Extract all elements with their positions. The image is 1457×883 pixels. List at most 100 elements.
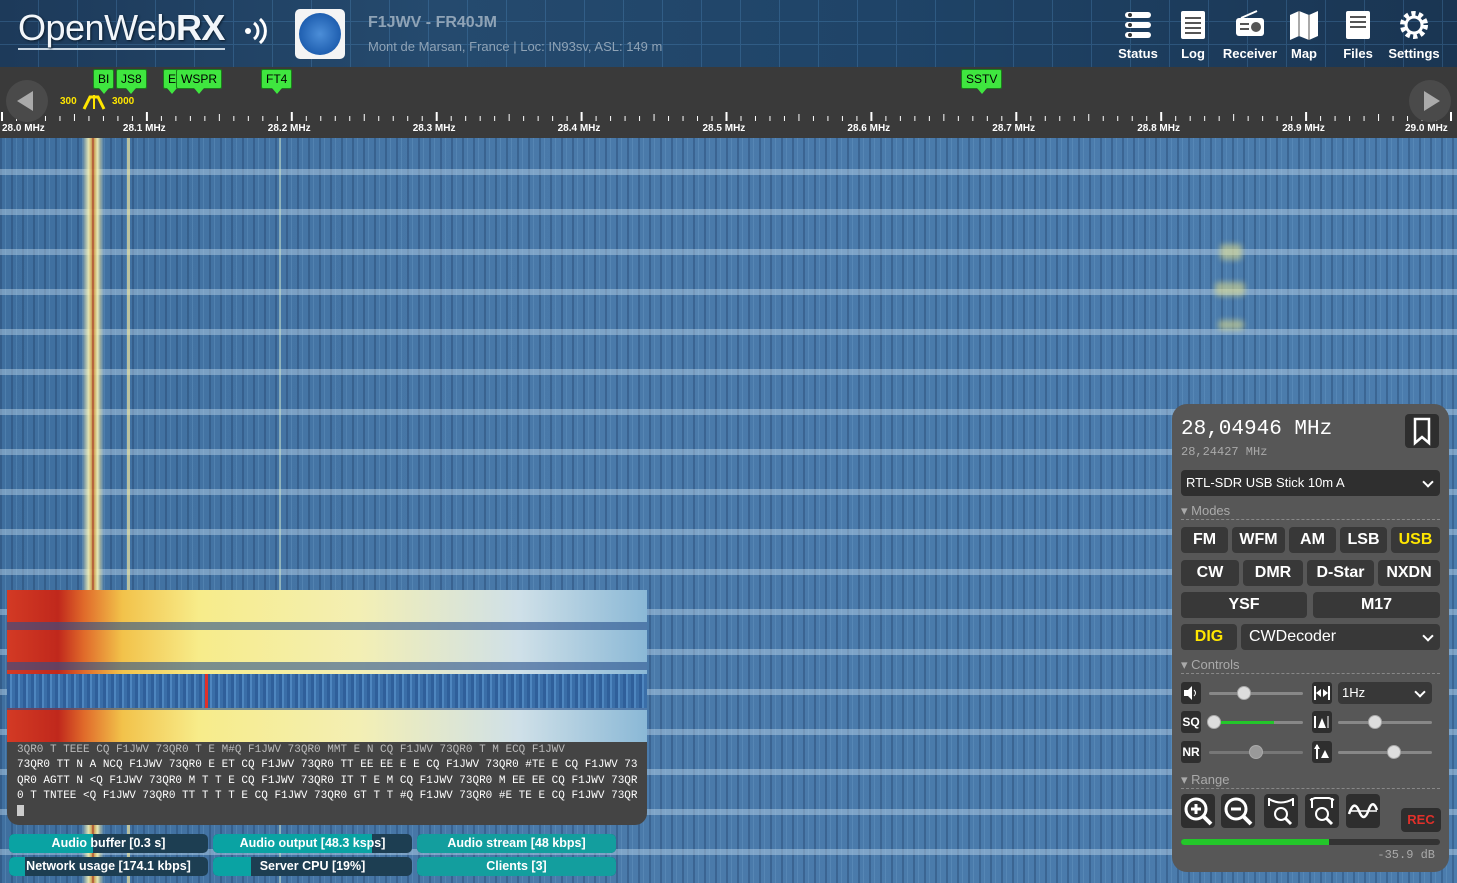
receiver-button[interactable]: Receiver: [1220, 8, 1280, 61]
mode-dig-button[interactable]: DIG: [1181, 624, 1237, 650]
agc-icon[interactable]: [1312, 711, 1332, 733]
chevron-down-icon: [1422, 476, 1434, 488]
mode-wfm-button[interactable]: WFM: [1232, 527, 1285, 553]
mode-nxdn-button[interactable]: NXDN: [1378, 560, 1440, 586]
zoom-out-button[interactable]: [1221, 794, 1255, 828]
controls-section-header[interactable]: ▾ Controls: [1181, 657, 1440, 674]
cw-decoder-waterfall: [7, 590, 647, 742]
scale-label: 28.4 MHz: [557, 123, 601, 134]
mode-dstar-button[interactable]: D-Star: [1307, 560, 1374, 586]
zoom-in-icon: [1184, 797, 1213, 826]
chevron-down-icon: [1422, 630, 1434, 642]
digital-decoder-select[interactable]: CWDecoder: [1241, 624, 1440, 650]
signal-level: -35.9 dB: [1377, 848, 1435, 862]
status-icon: [1125, 12, 1151, 38]
zoom-to-band-button[interactable]: [1264, 794, 1298, 828]
bandwidth-high-label: 3000: [112, 96, 135, 107]
squelch-slider[interactable]: [1207, 715, 1303, 729]
mode-fm-button[interactable]: FM: [1181, 527, 1228, 553]
scale-label: 28.5 MHz: [702, 123, 746, 134]
waterfall-signal-blob: [1220, 244, 1242, 260]
cw-decoder-faded-line: 3QR0 T TEEE CQ F1JWV 73QR0 T E M#Q F1JWV…: [17, 744, 565, 756]
header-bar: OpenWebRX F1JWV - FR40JM Mont de Marsan,…: [0, 0, 1457, 67]
bookmark-sstv[interactable]: SSTV: [961, 69, 1003, 94]
waveform-icon: [1347, 803, 1379, 819]
cw-decoder-band: [7, 674, 647, 708]
volume-slider[interactable]: [1209, 686, 1303, 700]
profile-select[interactable]: RTL-SDR USB Stick 10m A: [1181, 470, 1440, 496]
cw-decoder-panel: 3QR0 T TEEE CQ F1JWV 73QR0 T E M#Q F1JWV…: [7, 590, 647, 825]
mode-lsb-button[interactable]: LSB: [1340, 527, 1387, 553]
mode-am-button[interactable]: AM: [1289, 527, 1336, 553]
files-icon: [1346, 11, 1370, 39]
bookmark-wspr[interactable]: WSPR: [176, 69, 222, 94]
record-button[interactable]: REC: [1401, 808, 1441, 832]
scale-label: 28.2 MHz: [267, 123, 311, 134]
mode-usb-button[interactable]: USB: [1391, 527, 1440, 553]
gear-icon: [1400, 11, 1428, 39]
noise-reduction-button[interactable]: NR: [1181, 741, 1201, 763]
signal-meter: [1181, 839, 1440, 845]
mode-dmr-button[interactable]: DMR: [1243, 560, 1303, 586]
audio-buffer-status: Audio buffer [0.3 s]: [9, 834, 208, 853]
waterfall-signal-blob: [1218, 320, 1244, 330]
server-cpu-status: Server CPU [19%]: [213, 857, 412, 876]
scroll-left-button[interactable]: [6, 80, 48, 122]
zoom-out-icon: [1224, 797, 1253, 826]
receiver-title: F1JWV - FR40JM: [368, 14, 497, 31]
map-icon: [1290, 11, 1318, 40]
bookmark-js8[interactable]: JS8: [116, 69, 147, 94]
passband-marker-icon[interactable]: [82, 93, 106, 111]
bandwidth-icon[interactable]: [1312, 682, 1332, 704]
tuning-step-select[interactable]: 1Hz: [1338, 682, 1432, 704]
add-bookmark-button[interactable]: [1405, 414, 1439, 448]
mode-ysf-button[interactable]: YSF: [1181, 592, 1307, 618]
mode-m17-button[interactable]: M17: [1313, 592, 1440, 618]
receiver-panel: 28,04946 MHz 28,24427 MHz RTL-SDR USB St…: [1172, 404, 1449, 872]
scroll-right-button[interactable]: [1409, 80, 1451, 122]
openwebrx-logo[interactable]: OpenWebRX: [18, 10, 225, 50]
gain-slider[interactable]: [1338, 745, 1432, 759]
speaker-icon[interactable]: [1181, 682, 1201, 704]
gain-icon[interactable]: [1312, 741, 1332, 763]
auto-adjust-button[interactable]: [1346, 794, 1380, 828]
radio-waves-icon: [245, 17, 267, 45]
receiver-description: Mont de Marsan, France | Loc: IN93sv, AS…: [368, 39, 663, 54]
bandwidth-low-label: 300: [60, 96, 77, 107]
waterfall-signal-blob: [1215, 282, 1245, 296]
noise-reduction-slider[interactable]: [1209, 745, 1303, 759]
range-section-header[interactable]: ▾ Range: [1181, 772, 1440, 789]
text-cursor: [17, 804, 24, 816]
bookmark-ft4[interactable]: FT4: [261, 69, 293, 94]
cw-decoder-text: 3QR0 T TEEE CQ F1JWV 73QR0 T E M#Q F1JWV…: [17, 743, 642, 823]
arrow-left-icon: [17, 91, 33, 111]
scale-label: 28.9 MHz: [1282, 123, 1325, 134]
chevron-down-icon: [1414, 686, 1426, 698]
zoom-in-button[interactable]: [1181, 794, 1215, 828]
mode-cw-button[interactable]: CW: [1181, 560, 1239, 586]
bookmark-icon: [1413, 417, 1431, 446]
bookmark-bi[interactable]: BI: [93, 69, 115, 94]
network-usage-status: Network usage [174.1 kbps]: [9, 857, 208, 876]
zoom-signal-icon: [1309, 797, 1335, 826]
zoom-to-signal-button[interactable]: [1305, 794, 1339, 828]
log-icon: [1181, 11, 1205, 39]
log-button[interactable]: Log: [1176, 8, 1210, 61]
receiver-avatar[interactable]: [295, 9, 345, 59]
audio-stream-status: Audio stream [48 kbps]: [417, 834, 616, 853]
squelch-button[interactable]: SQ: [1181, 711, 1201, 733]
cw-decoder-marker: [205, 674, 208, 708]
zoom-band-icon: [1268, 798, 1294, 826]
scale-label: 28.3 MHz: [412, 123, 456, 134]
map-button[interactable]: Map: [1287, 8, 1321, 61]
modes-section-header[interactable]: ▾ Modes: [1181, 503, 1440, 520]
agc-slider[interactable]: [1338, 715, 1432, 729]
scale-label: 28.7 MHz: [992, 123, 1036, 134]
scale-label: 28.0 MHz: [2, 123, 45, 134]
status-button[interactable]: Status: [1114, 8, 1162, 61]
files-button[interactable]: Files: [1340, 8, 1376, 61]
scale-label: 28.8 MHz: [1137, 123, 1180, 134]
tuned-frequency[interactable]: 28,04946 MHz: [1181, 418, 1332, 441]
scale-label: 28.1 MHz: [122, 123, 166, 134]
settings-button[interactable]: Settings: [1385, 8, 1443, 61]
